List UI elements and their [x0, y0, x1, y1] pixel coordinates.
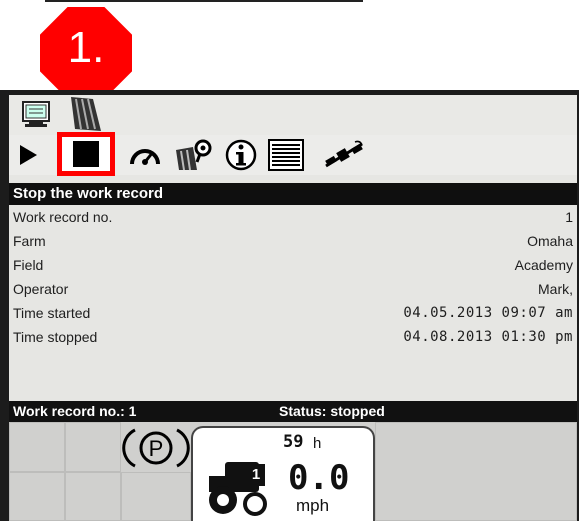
field-pin-icon[interactable]: [171, 137, 215, 173]
row-label: Time started: [13, 305, 91, 321]
speed-unit: mph: [296, 496, 330, 515]
row-value: 04.05.2013 09:07 am: [403, 305, 573, 321]
status-record-number: Work record no.: 1: [13, 403, 137, 419]
row-value: Academy: [514, 257, 573, 273]
row-value: 1: [565, 209, 573, 225]
row-label: Operator: [13, 281, 69, 297]
row-label: Farm: [13, 233, 46, 249]
row-value: 04.08.2013 01:30 pm: [403, 329, 573, 345]
list-icon[interactable]: [265, 137, 307, 173]
status-state: Status: stopped: [279, 403, 385, 419]
top-line: [45, 0, 363, 2]
record-row-field: Field Academy: [9, 254, 577, 278]
satellite-icon[interactable]: [321, 137, 367, 173]
dashboard-cell: [9, 422, 65, 472]
parking-brake-icon: P: [121, 422, 191, 472]
row-label: Time stopped: [13, 329, 98, 345]
record-row-farm: Farm Omaha: [9, 230, 577, 254]
play-icon[interactable]: [15, 137, 41, 173]
terminal-screen: Stop the work record Work record no. 1 F…: [9, 95, 577, 521]
record-row-operator: Operator Mark,: [9, 278, 577, 302]
dashboard-cell: [65, 422, 121, 472]
status-bar: Work record no.: 1 Status: stopped: [9, 401, 577, 422]
gear-number: 1: [247, 464, 265, 486]
top-icon-row: [9, 95, 577, 135]
toolbar: [9, 132, 577, 176]
engine-hours-unit: h: [313, 435, 322, 452]
row-label: Work record no.: [13, 209, 113, 225]
stop-icon[interactable]: [57, 132, 115, 176]
record-row-number: Work record no. 1: [9, 206, 577, 230]
dashboard-cell: [121, 472, 191, 521]
parking-brake-letter: P: [149, 436, 164, 461]
speed-panel: 59 h 1 0.0 mph: [191, 426, 375, 521]
engine-hours: 59: [283, 432, 304, 452]
dashboard-cell: [65, 472, 121, 521]
step-label: 1.: [67, 23, 105, 72]
dashboard-cell: [9, 472, 65, 521]
speed-value: 0.0: [288, 458, 350, 498]
info-icon[interactable]: [221, 137, 261, 173]
speedometer-icon[interactable]: [125, 137, 165, 173]
monitor-icon[interactable]: [21, 99, 51, 134]
record-row-time-started: Time started 04.05.2013 09:07 am: [9, 302, 577, 326]
row-label: Field: [13, 257, 44, 273]
record-details: Work record no. 1 Farm Omaha Field Acade…: [9, 206, 577, 350]
dashboard-cell: [375, 422, 577, 521]
dashboard: P 59 h 1 0.0 mph: [9, 422, 577, 521]
panel-title: Stop the work record: [9, 183, 577, 205]
record-row-time-stopped: Time stopped 04.08.2013 01:30 pm: [9, 326, 577, 350]
row-value: Omaha: [527, 233, 573, 249]
row-value: Mark,: [538, 281, 573, 297]
step-badge: 1.: [40, 7, 132, 99]
